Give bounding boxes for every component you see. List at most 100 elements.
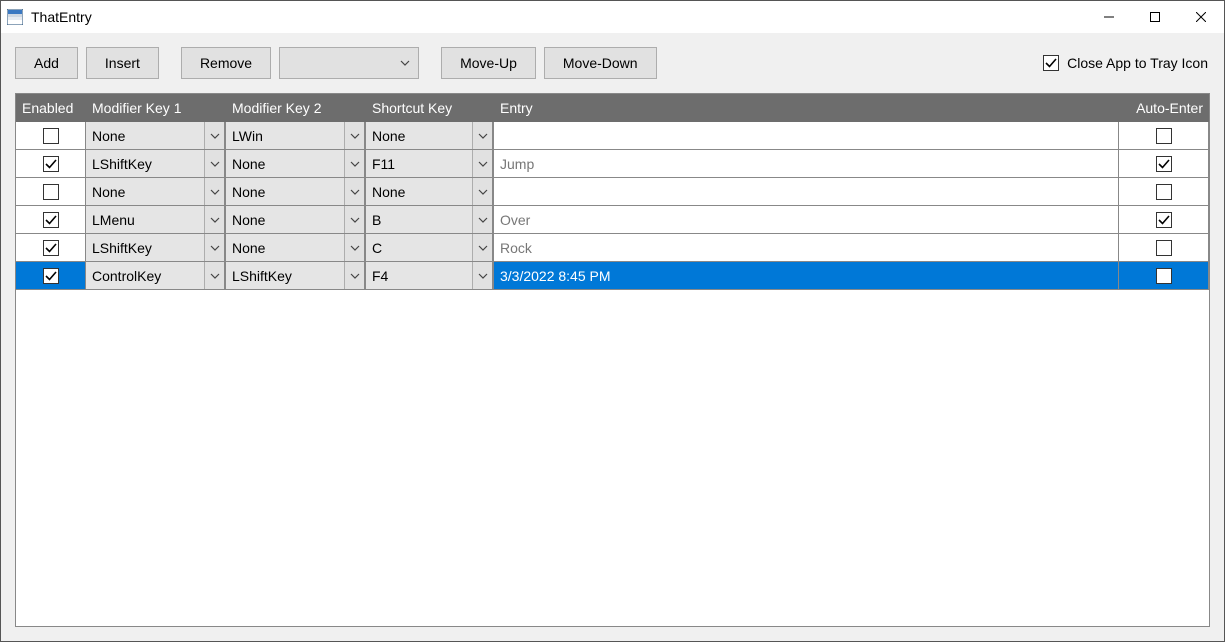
entry-field[interactable]: Over [494, 206, 1119, 233]
shortcut-select-dropdown-button[interactable] [472, 178, 492, 205]
autoenter-checkbox[interactable] [1156, 128, 1172, 144]
mod2-select-value: LShiftKey [232, 268, 344, 284]
mod1-select-dropdown-button[interactable] [204, 178, 224, 205]
enabled-checkbox[interactable] [43, 240, 59, 256]
mod1-select[interactable]: None [86, 122, 225, 149]
mod2-select[interactable]: None [226, 150, 365, 177]
check-icon [45, 270, 57, 282]
mod2-select-value: None [232, 240, 344, 256]
table-row[interactable]: LShiftKey None C Rock [16, 234, 1209, 262]
mod1-select[interactable]: ControlKey [86, 262, 225, 289]
mod2-select[interactable]: None [226, 206, 365, 233]
cell-shortcut: F11 [366, 150, 494, 177]
shortcut-select-value: None [372, 128, 472, 144]
shortcut-select-dropdown-button[interactable] [472, 262, 492, 289]
table-row[interactable]: None LWin None [16, 122, 1209, 150]
autoenter-checkbox[interactable] [1156, 212, 1172, 228]
chevron-down-icon [210, 271, 220, 281]
header-mod1[interactable]: Modifier Key 1 [86, 100, 226, 116]
check-icon [45, 214, 57, 226]
table-row[interactable]: LMenu None B Over [16, 206, 1209, 234]
mod1-select-value: None [92, 184, 204, 200]
shortcut-select-dropdown-button[interactable] [472, 122, 492, 149]
shortcut-select[interactable]: F4 [366, 262, 493, 289]
mod2-select[interactable]: None [226, 178, 365, 205]
mod2-select-dropdown-button[interactable] [344, 150, 364, 177]
mod1-select[interactable]: LShiftKey [86, 150, 225, 177]
autoenter-checkbox[interactable] [1156, 268, 1172, 284]
close-icon [1196, 12, 1206, 22]
cell-mod2: LWin [226, 122, 366, 149]
cell-enabled [16, 150, 86, 177]
mod2-select[interactable]: LWin [226, 122, 365, 149]
header-mod2[interactable]: Modifier Key 2 [226, 100, 366, 116]
insert-button[interactable]: Insert [86, 47, 159, 79]
shortcut-select[interactable]: C [366, 234, 493, 261]
cell-mod1: None [86, 122, 226, 149]
minimize-button[interactable] [1086, 1, 1132, 33]
chevron-down-icon [478, 187, 488, 197]
toolbar: Add Insert Remove Move-Up Move-Down Clos… [15, 47, 1210, 79]
shortcut-select-dropdown-button[interactable] [472, 206, 492, 233]
autoenter-checkbox[interactable] [1156, 240, 1172, 256]
table-row[interactable]: None None None [16, 178, 1209, 206]
cell-mod1: None [86, 178, 226, 205]
shortcut-select[interactable]: None [366, 178, 493, 205]
enabled-checkbox[interactable] [43, 156, 59, 172]
entry-field[interactable] [494, 122, 1119, 149]
mod1-select[interactable]: LShiftKey [86, 234, 225, 261]
close-button[interactable] [1178, 1, 1224, 33]
entry-field[interactable]: Jump [494, 150, 1119, 177]
mod1-select[interactable]: None [86, 178, 225, 205]
enabled-checkbox[interactable] [43, 268, 59, 284]
shortcut-select-dropdown-button[interactable] [472, 234, 492, 261]
chevron-down-icon [350, 187, 360, 197]
cell-mod1: LShiftKey [86, 234, 226, 261]
mod1-select-value: LShiftKey [92, 156, 204, 172]
mod2-select-dropdown-button[interactable] [344, 122, 364, 149]
filter-combo[interactable] [279, 47, 419, 79]
header-autoenter[interactable]: Auto-Enter [1119, 100, 1209, 116]
header-enabled[interactable]: Enabled [16, 100, 86, 116]
header-entry[interactable]: Entry [494, 100, 1119, 116]
mod1-select-dropdown-button[interactable] [204, 122, 224, 149]
chevron-down-icon [350, 131, 360, 141]
autoenter-checkbox[interactable] [1156, 184, 1172, 200]
entry-field[interactable]: Rock [494, 234, 1119, 261]
table-row[interactable]: ControlKey LShiftKey F4 3/3/2022 8:45 PM [16, 262, 1209, 290]
close-to-tray-checkbox[interactable] [1043, 55, 1059, 71]
chevron-down-icon [350, 243, 360, 253]
autoenter-checkbox[interactable] [1156, 156, 1172, 172]
enabled-checkbox[interactable] [43, 128, 59, 144]
mod2-select[interactable]: None [226, 234, 365, 261]
mod2-select-dropdown-button[interactable] [344, 234, 364, 261]
move-up-button[interactable]: Move-Up [441, 47, 536, 79]
cell-mod2: LShiftKey [226, 262, 366, 289]
add-button[interactable]: Add [15, 47, 78, 79]
mod2-select-dropdown-button[interactable] [344, 206, 364, 233]
mod2-select[interactable]: LShiftKey [226, 262, 365, 289]
mod2-select-dropdown-button[interactable] [344, 262, 364, 289]
mod1-select[interactable]: LMenu [86, 206, 225, 233]
mod1-select-dropdown-button[interactable] [204, 150, 224, 177]
shortcut-select[interactable]: B [366, 206, 493, 233]
enabled-checkbox[interactable] [43, 184, 59, 200]
mod1-select-dropdown-button[interactable] [204, 262, 224, 289]
shortcut-select-dropdown-button[interactable] [472, 150, 492, 177]
entry-field[interactable]: 3/3/2022 8:45 PM [494, 262, 1119, 289]
entry-field[interactable] [494, 178, 1119, 205]
close-to-tray-option[interactable]: Close App to Tray Icon [1043, 55, 1208, 71]
enabled-checkbox[interactable] [43, 212, 59, 228]
mod1-select-dropdown-button[interactable] [204, 206, 224, 233]
move-down-button[interactable]: Move-Down [544, 47, 657, 79]
shortcut-select[interactable]: None [366, 122, 493, 149]
mod2-select-dropdown-button[interactable] [344, 178, 364, 205]
remove-button[interactable]: Remove [181, 47, 271, 79]
cell-shortcut: None [366, 122, 494, 149]
header-shortcut[interactable]: Shortcut Key [366, 100, 494, 116]
maximize-button[interactable] [1132, 1, 1178, 33]
shortcut-select[interactable]: F11 [366, 150, 493, 177]
mod2-select-value: None [232, 212, 344, 228]
mod1-select-dropdown-button[interactable] [204, 234, 224, 261]
table-row[interactable]: LShiftKey None F11 Jump [16, 150, 1209, 178]
